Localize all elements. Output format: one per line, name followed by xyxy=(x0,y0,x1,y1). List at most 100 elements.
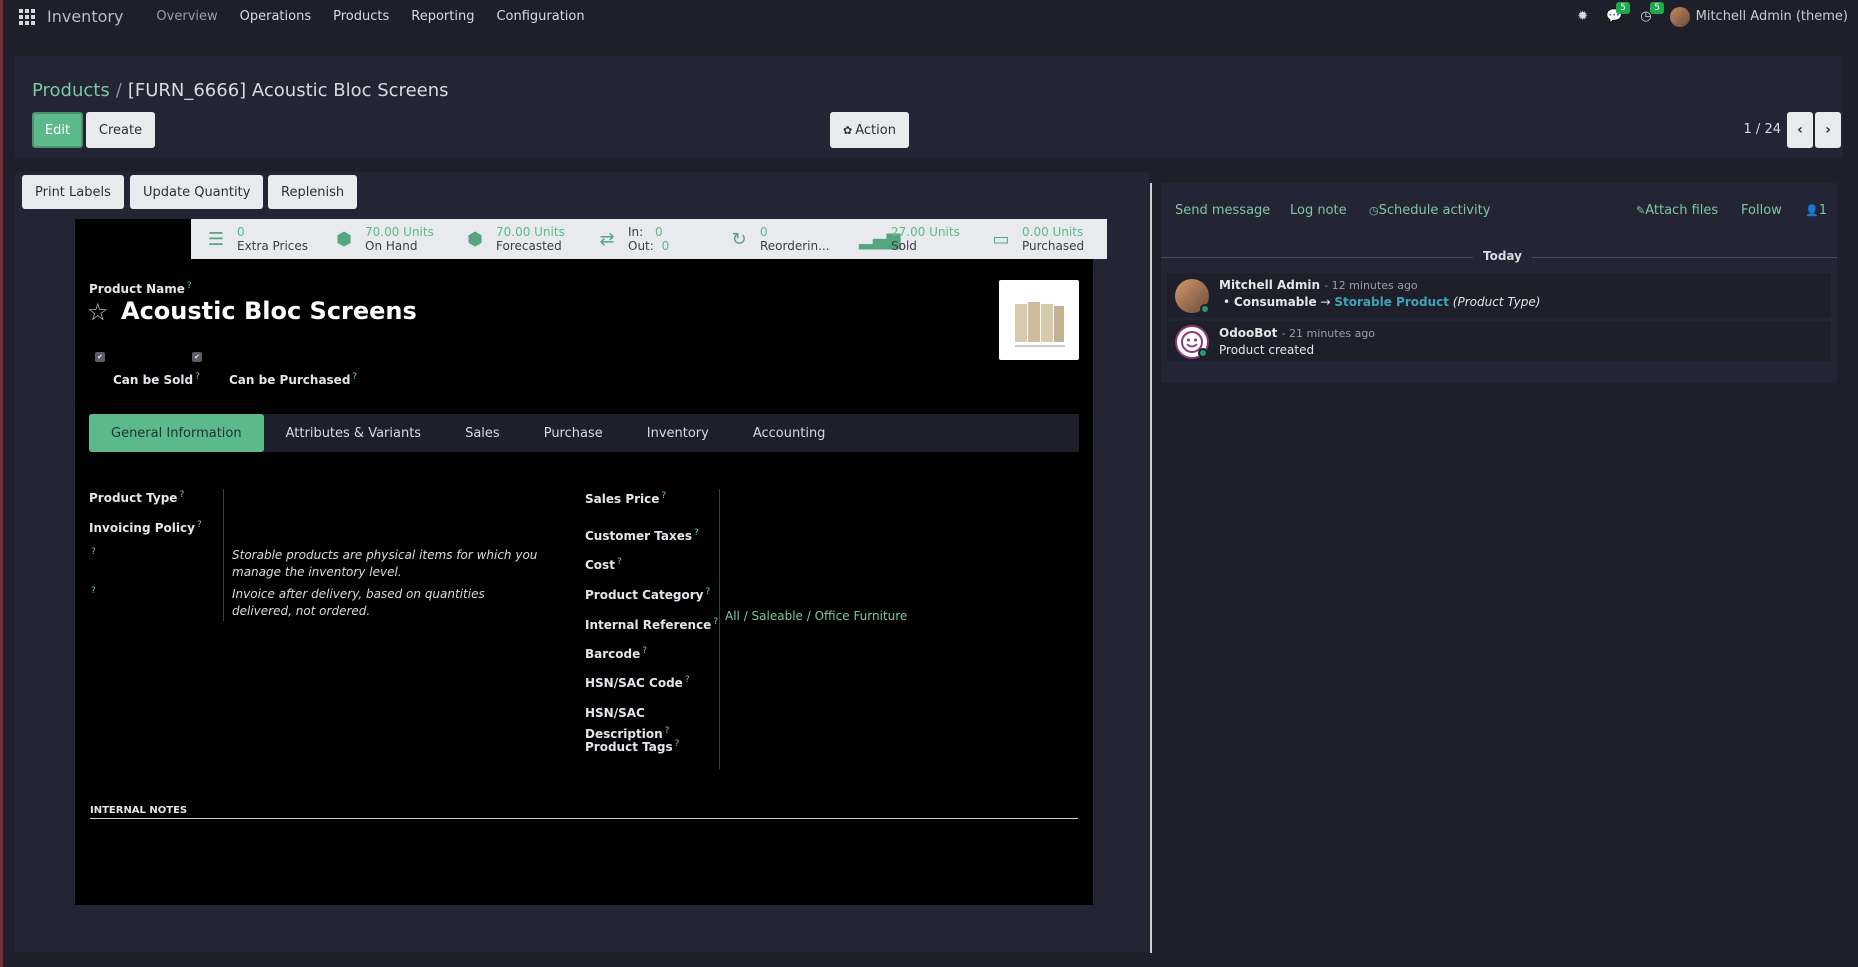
field-divider xyxy=(223,489,224,621)
breadcrumb-products[interactable]: Products xyxy=(32,80,110,101)
stat-value: 0 xyxy=(237,225,245,239)
create-button[interactable]: Create xyxy=(86,112,155,148)
refresh-icon: ↻ xyxy=(731,228,747,250)
follow-button[interactable]: Follow xyxy=(1741,203,1782,218)
help-icon: ? xyxy=(186,281,192,291)
menu-operations[interactable]: Operations xyxy=(229,9,322,24)
tab-attributes-variants[interactable]: Attributes & Variants xyxy=(264,414,443,452)
new-value: Storable Product xyxy=(1334,295,1449,309)
product-type-text: Product Type xyxy=(89,491,178,505)
stat-sold[interactable]: ▂▄▆ 27.00 Units Sold xyxy=(845,219,976,259)
main-menu: Overview Operations Products Reporting C… xyxy=(145,9,595,24)
stat-label: On Hand xyxy=(365,239,418,253)
app-brand[interactable]: Inventory xyxy=(47,7,123,26)
form-sheet: ☰ 0 Extra Prices ⬢ 70.00 Units On Hand ⬢ 7… xyxy=(75,219,1107,905)
tab-inventory[interactable]: Inventory xyxy=(625,414,731,452)
gear-icon: ✿ xyxy=(843,123,853,137)
tracking-value: • Consumable → Storable Product (Product… xyxy=(1223,295,1541,309)
replenish-button[interactable]: Replenish xyxy=(268,175,358,209)
menu-products[interactable]: Products xyxy=(322,9,400,24)
form-content: Print Labels Update Quantity Replenish ☰… xyxy=(15,172,1149,952)
tab-accounting[interactable]: Accounting xyxy=(731,414,848,452)
cost-label: Cost? xyxy=(585,557,622,572)
help-icon: ? xyxy=(91,547,96,557)
action-button[interactable]: ✿ Action xyxy=(830,112,909,148)
menu-reporting[interactable]: Reporting xyxy=(400,9,485,24)
tab-purchase[interactable]: Purchase xyxy=(522,414,625,452)
menu-overview[interactable]: Overview xyxy=(145,9,228,24)
old-value: Consumable xyxy=(1233,295,1317,309)
clock-icon[interactable]: ◷ 5 xyxy=(1640,2,1665,24)
barcode-text: Barcode xyxy=(585,647,641,661)
stat-value: 27.00 Units xyxy=(891,225,960,239)
attach-files-button[interactable]: ✎Attach files xyxy=(1636,203,1718,218)
message-body: Product created xyxy=(1219,343,1315,357)
pager-next-button[interactable]: › xyxy=(1815,112,1841,148)
list-icon: ☰ xyxy=(207,228,225,250)
user-menu[interactable]: Mitchell Admin (theme) xyxy=(1696,9,1848,24)
paperclip-icon: ✎ xyxy=(1636,204,1646,217)
stat-forecasted[interactable]: ⬢ 70.00 Units Forecasted xyxy=(450,219,582,259)
help-icon: ? xyxy=(713,617,719,627)
send-message-button[interactable]: Send message xyxy=(1175,203,1270,218)
pager-previous-button[interactable]: ‹ xyxy=(1787,112,1813,148)
help-icon: ? xyxy=(196,520,202,530)
stat-in-out[interactable]: ⇄ In: 0 Out: 0 xyxy=(582,219,714,259)
pager-value[interactable]: 1 / 24 xyxy=(1744,122,1781,137)
author-avatar[interactable] xyxy=(1175,279,1210,314)
out-value: 0 xyxy=(661,239,670,253)
help-icon: ? xyxy=(705,587,711,597)
edit-button[interactable]: Edit xyxy=(32,112,83,148)
date-label: Today xyxy=(1473,249,1532,263)
can-be-sold-checkbox[interactable]: ✔ xyxy=(95,352,105,362)
help-icon: ? xyxy=(661,491,667,501)
chevron-left-icon: ‹ xyxy=(1797,122,1803,138)
product-name[interactable]: Acoustic Bloc Screens xyxy=(121,297,417,325)
stat-reordering[interactable]: ↻ 0 Reorderin... xyxy=(714,219,845,259)
product-type-help: Storable products are physical items for… xyxy=(232,548,538,579)
action-label: Action xyxy=(855,122,896,138)
chat-icon[interactable]: 💬 5 xyxy=(1606,2,1630,24)
in-value: 0 xyxy=(655,225,663,239)
apps-menu-icon[interactable] xyxy=(19,8,35,25)
stat-value: 70.00 Units xyxy=(365,225,434,239)
product-category-value[interactable]: All / Saleable / Office Furniture xyxy=(725,609,907,623)
can-be-purchased-label: Can be Purchased? xyxy=(229,372,357,387)
stat-purchased[interactable]: ▭ 0.00 Units Purchased xyxy=(976,219,1107,259)
schedule-activity-label: Schedule activity xyxy=(1378,203,1491,218)
stat-extra-prices[interactable]: ☰ 0 Extra Prices xyxy=(191,219,319,259)
log-note-button[interactable]: Log note xyxy=(1290,203,1347,218)
help-icon: ? xyxy=(91,586,96,596)
tab-general-information[interactable]: General Information xyxy=(89,414,264,452)
tab-sales[interactable]: Sales xyxy=(443,414,522,452)
stat-label: Sold xyxy=(891,239,917,253)
stat-on-hand[interactable]: ⬢ 70.00 Units On Hand xyxy=(319,219,450,259)
star-icon[interactable]: ☆ xyxy=(87,298,109,326)
help-icon: ? xyxy=(179,490,185,500)
bug-icon[interactable]: ✹ xyxy=(1577,9,1588,24)
author-name[interactable]: OdooBot xyxy=(1219,326,1277,340)
product-image[interactable] xyxy=(999,280,1079,360)
can-be-purchased-checkbox[interactable]: ✔ xyxy=(192,352,202,362)
odoobot-avatar[interactable] xyxy=(1175,325,1209,359)
in-label: In: xyxy=(628,225,644,239)
user-avatar[interactable] xyxy=(1669,6,1690,27)
author-name[interactable]: Mitchell Admin xyxy=(1219,278,1320,292)
breadcrumb-separator: / xyxy=(115,80,122,101)
tracked-field: (Product Type) xyxy=(1452,295,1541,309)
menu-configuration[interactable]: Configuration xyxy=(485,9,595,24)
help-icon: ? xyxy=(195,372,200,382)
stat-label: Reorderin... xyxy=(760,239,830,253)
message-item: Mitchell Admin - 12 minutes ago • Consum… xyxy=(1167,273,1831,317)
window-edge xyxy=(0,0,3,967)
breadcrumb: Products / [FURN_6666] Acoustic Bloc Scr… xyxy=(32,80,449,101)
stat-label: Forecasted xyxy=(496,239,562,253)
top-navbar: Inventory Overview Operations Products R… xyxy=(3,0,1858,33)
user-icon: 👤 xyxy=(1805,204,1819,217)
print-labels-button[interactable]: Print Labels xyxy=(22,175,124,209)
product-type-label: Product Type? xyxy=(89,490,184,505)
followers-button[interactable]: 👤1 xyxy=(1805,203,1827,218)
message-header: Mitchell Admin - 12 minutes ago xyxy=(1219,278,1418,292)
schedule-activity-button[interactable]: ◷Schedule activity xyxy=(1369,203,1490,218)
update-quantity-button[interactable]: Update Quantity xyxy=(130,175,264,209)
